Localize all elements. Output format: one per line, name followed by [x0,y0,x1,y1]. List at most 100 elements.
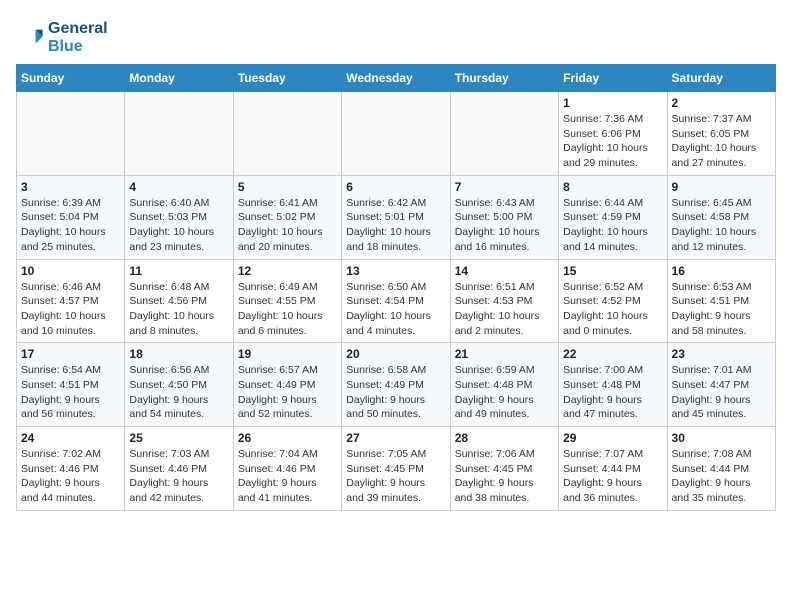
weekday-sunday: Sunday [17,65,125,92]
day-info: Sunrise: 7:08 AM Sunset: 4:44 PM Dayligh… [672,447,771,506]
day-number: 9 [672,180,771,194]
weekday-tuesday: Tuesday [233,65,341,92]
day-number: 3 [21,180,120,194]
calendar-cell: 30 Sunrise: 7:08 AM Sunset: 4:44 PM Dayli… [667,427,775,511]
day-number: 16 [672,264,771,278]
calendar-cell: 27 Sunrise: 7:05 AM Sunset: 4:45 PM Dayli… [342,427,450,511]
calendar-cell: 17 Sunrise: 6:54 AM Sunset: 4:51 PM Dayli… [17,343,125,427]
day-number: 23 [672,347,771,361]
day-number: 22 [563,347,662,361]
calendar-cell: 19 Sunrise: 6:57 AM Sunset: 4:49 PM Dayli… [233,343,341,427]
day-number: 4 [129,180,228,194]
calendar-cell: 6Sunrise: 6:42 AM Sunset: 5:01 PM Daylig… [342,175,450,259]
day-info: Sunrise: 6:40 AM Sunset: 5:03 PM Dayligh… [129,196,228,255]
day-info: Sunrise: 6:56 AM Sunset: 4:50 PM Dayligh… [129,363,228,422]
logo: General Blue [16,20,108,56]
day-info: Sunrise: 6:58 AM Sunset: 4:49 PM Dayligh… [346,363,445,422]
day-info: Sunrise: 6:44 AM Sunset: 4:59 PM Dayligh… [563,196,662,255]
calendar-cell [17,92,125,176]
weekday-friday: Friday [559,65,667,92]
day-number: 20 [346,347,445,361]
day-info: Sunrise: 6:43 AM Sunset: 5:00 PM Dayligh… [455,196,554,255]
calendar-cell: 7 Sunrise: 6:43 AM Sunset: 5:00 PM Daylig… [450,175,558,259]
calendar-cell: 13 Sunrise: 6:50 AM Sunset: 4:54 PM Dayli… [342,259,450,343]
calendar-table: SundayMondayTuesdayWednesdayThursdayFrid… [16,64,776,511]
day-info: Sunrise: 6:39 AM Sunset: 5:04 PM Dayligh… [21,196,120,255]
day-number: 15 [563,264,662,278]
day-info: Sunrise: 7:07 AM Sunset: 4:44 PM Dayligh… [563,447,662,506]
week-row-3: 10 Sunrise: 6:46 AM Sunset: 4:57 PM Dayli… [17,259,776,343]
day-info: Sunrise: 6:46 AM Sunset: 4:57 PM Dayligh… [21,280,120,339]
calendar-cell: 18 Sunrise: 6:56 AM Sunset: 4:50 PM Dayli… [125,343,233,427]
calendar-cell: 12 Sunrise: 6:49 AM Sunset: 4:55 PM Dayli… [233,259,341,343]
day-number: 12 [238,264,337,278]
day-info: Sunrise: 7:06 AM Sunset: 4:45 PM Dayligh… [455,447,554,506]
day-number: 25 [129,431,228,445]
calendar-body: 1 Sunrise: 7:36 AM Sunset: 6:06 PM Daylig… [17,92,776,511]
day-info: Sunrise: 7:01 AM Sunset: 4:47 PM Dayligh… [672,363,771,422]
day-number: 7 [455,180,554,194]
calendar-cell: 4 Sunrise: 6:40 AM Sunset: 5:03 PM Daylig… [125,175,233,259]
calendar-cell: 11 Sunrise: 6:48 AM Sunset: 4:56 PM Dayli… [125,259,233,343]
weekday-saturday: Saturday [667,65,775,92]
day-number: 6 [346,180,445,194]
calendar-cell [450,92,558,176]
day-number: 2 [672,96,771,110]
calendar-cell: 16 Sunrise: 6:53 AM Sunset: 4:51 PM Dayli… [667,259,775,343]
calendar-cell [125,92,233,176]
day-number: 17 [21,347,120,361]
weekday-monday: Monday [125,65,233,92]
day-info: Sunrise: 6:48 AM Sunset: 4:56 PM Dayligh… [129,280,228,339]
calendar-cell: 5Sunrise: 6:41 AM Sunset: 5:02 PM Daylig… [233,175,341,259]
day-number: 10 [21,264,120,278]
calendar-cell: 15 Sunrise: 6:52 AM Sunset: 4:52 PM Dayli… [559,259,667,343]
day-info: Sunrise: 7:05 AM Sunset: 4:45 PM Dayligh… [346,447,445,506]
day-number: 13 [346,264,445,278]
calendar-cell [342,92,450,176]
day-info: Sunrise: 6:53 AM Sunset: 4:51 PM Dayligh… [672,280,771,339]
day-info: Sunrise: 7:36 AM Sunset: 6:06 PM Dayligh… [563,112,662,171]
day-info: Sunrise: 6:45 AM Sunset: 4:58 PM Dayligh… [672,196,771,255]
day-info: Sunrise: 7:04 AM Sunset: 4:46 PM Dayligh… [238,447,337,506]
day-number: 30 [672,431,771,445]
calendar-cell: 1 Sunrise: 7:36 AM Sunset: 6:06 PM Daylig… [559,92,667,176]
week-row-2: 3 Sunrise: 6:39 AM Sunset: 5:04 PM Daylig… [17,175,776,259]
calendar-cell: 28Sunrise: 7:06 AM Sunset: 4:45 PM Dayli… [450,427,558,511]
week-row-1: 1 Sunrise: 7:36 AM Sunset: 6:06 PM Daylig… [17,92,776,176]
day-info: Sunrise: 7:02 AM Sunset: 4:46 PM Dayligh… [21,447,120,506]
day-number: 8 [563,180,662,194]
day-number: 27 [346,431,445,445]
day-number: 11 [129,264,228,278]
calendar-cell: 26Sunrise: 7:04 AM Sunset: 4:46 PM Dayli… [233,427,341,511]
day-number: 18 [129,347,228,361]
page-header: General Blue [16,16,776,56]
day-info: Sunrise: 7:37 AM Sunset: 6:05 PM Dayligh… [672,112,771,171]
day-info: Sunrise: 6:57 AM Sunset: 4:49 PM Dayligh… [238,363,337,422]
calendar-cell [233,92,341,176]
day-number: 19 [238,347,337,361]
logo-text: General Blue [48,20,108,56]
week-row-4: 17 Sunrise: 6:54 AM Sunset: 4:51 PM Dayli… [17,343,776,427]
calendar-cell: 24Sunrise: 7:02 AM Sunset: 4:46 PM Dayli… [17,427,125,511]
day-info: Sunrise: 6:54 AM Sunset: 4:51 PM Dayligh… [21,363,120,422]
calendar-cell: 3 Sunrise: 6:39 AM Sunset: 5:04 PM Daylig… [17,175,125,259]
logo-icon [16,24,44,52]
calendar-cell: 10 Sunrise: 6:46 AM Sunset: 4:57 PM Dayli… [17,259,125,343]
day-number: 29 [563,431,662,445]
calendar-cell: 20 Sunrise: 6:58 AM Sunset: 4:49 PM Dayli… [342,343,450,427]
calendar-cell: 2 Sunrise: 7:37 AM Sunset: 6:05 PM Daylig… [667,92,775,176]
calendar-cell: 23 Sunrise: 7:01 AM Sunset: 4:47 PM Dayli… [667,343,775,427]
calendar-header: SundayMondayTuesdayWednesdayThursdayFrid… [17,65,776,92]
day-number: 1 [563,96,662,110]
day-info: Sunrise: 7:03 AM Sunset: 4:46 PM Dayligh… [129,447,228,506]
day-info: Sunrise: 6:52 AM Sunset: 4:52 PM Dayligh… [563,280,662,339]
day-info: Sunrise: 6:41 AM Sunset: 5:02 PM Dayligh… [238,196,337,255]
day-info: Sunrise: 6:59 AM Sunset: 4:48 PM Dayligh… [455,363,554,422]
day-info: Sunrise: 6:49 AM Sunset: 4:55 PM Dayligh… [238,280,337,339]
calendar-cell: 25 Sunrise: 7:03 AM Sunset: 4:46 PM Dayli… [125,427,233,511]
calendar-cell: 14Sunrise: 6:51 AM Sunset: 4:53 PM Dayli… [450,259,558,343]
day-info: Sunrise: 6:50 AM Sunset: 4:54 PM Dayligh… [346,280,445,339]
weekday-thursday: Thursday [450,65,558,92]
calendar-cell: 21Sunrise: 6:59 AM Sunset: 4:48 PM Dayli… [450,343,558,427]
calendar-cell: 29 Sunrise: 7:07 AM Sunset: 4:44 PM Dayli… [559,427,667,511]
